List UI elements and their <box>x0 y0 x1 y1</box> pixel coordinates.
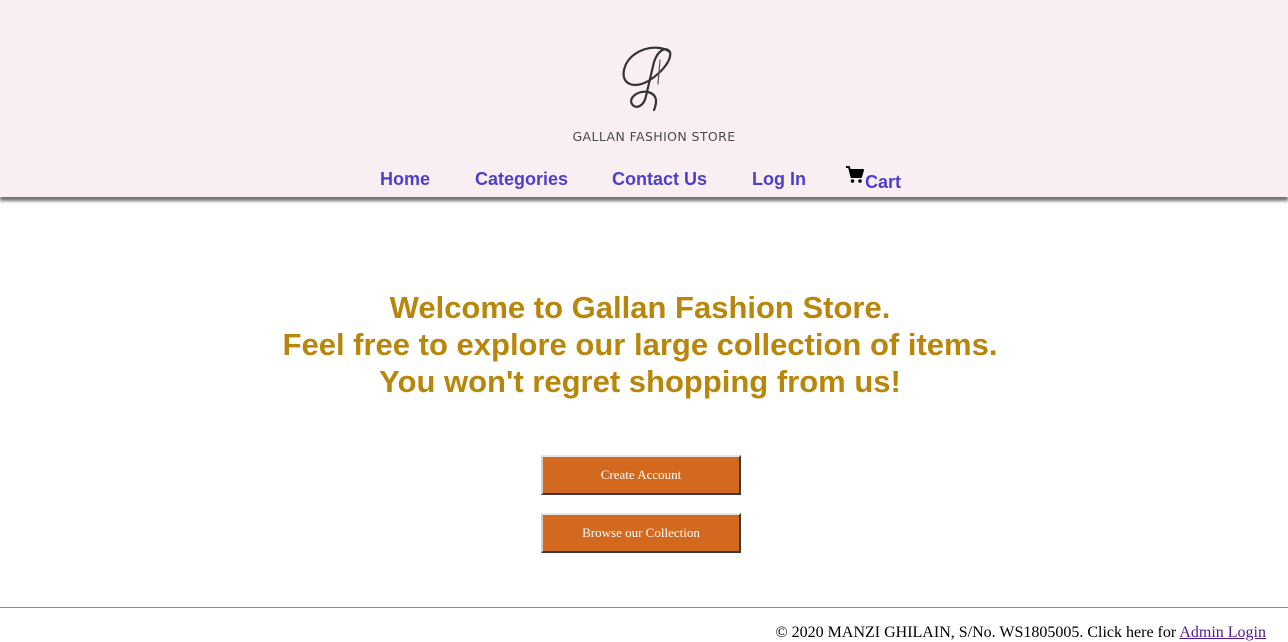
store-logo[interactable]: GALLAN FASHION STORE <box>564 40 744 150</box>
nav-home[interactable]: Home <box>380 169 430 190</box>
welcome-line-2: Feel free to explore our large collectio… <box>282 327 998 362</box>
create-account-button[interactable]: Create Account <box>541 455 741 495</box>
browse-collection-button[interactable]: Browse our Collection <box>541 513 741 553</box>
welcome-message: Welcome to Gallan Fashion Store. Feel fr… <box>0 289 1280 400</box>
nav-cart-label: Cart <box>865 172 902 192</box>
nav-cart[interactable]: Cart <box>845 165 902 192</box>
welcome-line-3: You won't regret shopping from us! <box>379 364 901 399</box>
logo-text: GALLAN FASHION STORE <box>572 129 736 144</box>
site-header: GALLAN FASHION STORE Home Categories Con… <box>0 0 1288 197</box>
footer-text: © 2020 MANZI GHILAIN, S/No. WS1805005. C… <box>775 624 1180 641</box>
nav-contact-us[interactable]: Contact Us <box>612 169 707 190</box>
footer: © 2020 MANZI GHILAIN, S/No. WS1805005. C… <box>776 624 1267 642</box>
script-g-logo-icon <box>622 46 672 112</box>
main-nav: Home Categories Contact Us Log In Cart <box>0 164 1288 194</box>
admin-login-link[interactable]: Admin Login <box>1179 624 1266 641</box>
welcome-line-1: Welcome to Gallan Fashion Store. <box>389 290 891 325</box>
nav-log-in[interactable]: Log In <box>752 169 806 190</box>
footer-divider <box>0 607 1288 608</box>
nav-categories[interactable]: Categories <box>475 169 568 190</box>
cart-icon <box>846 166 864 183</box>
